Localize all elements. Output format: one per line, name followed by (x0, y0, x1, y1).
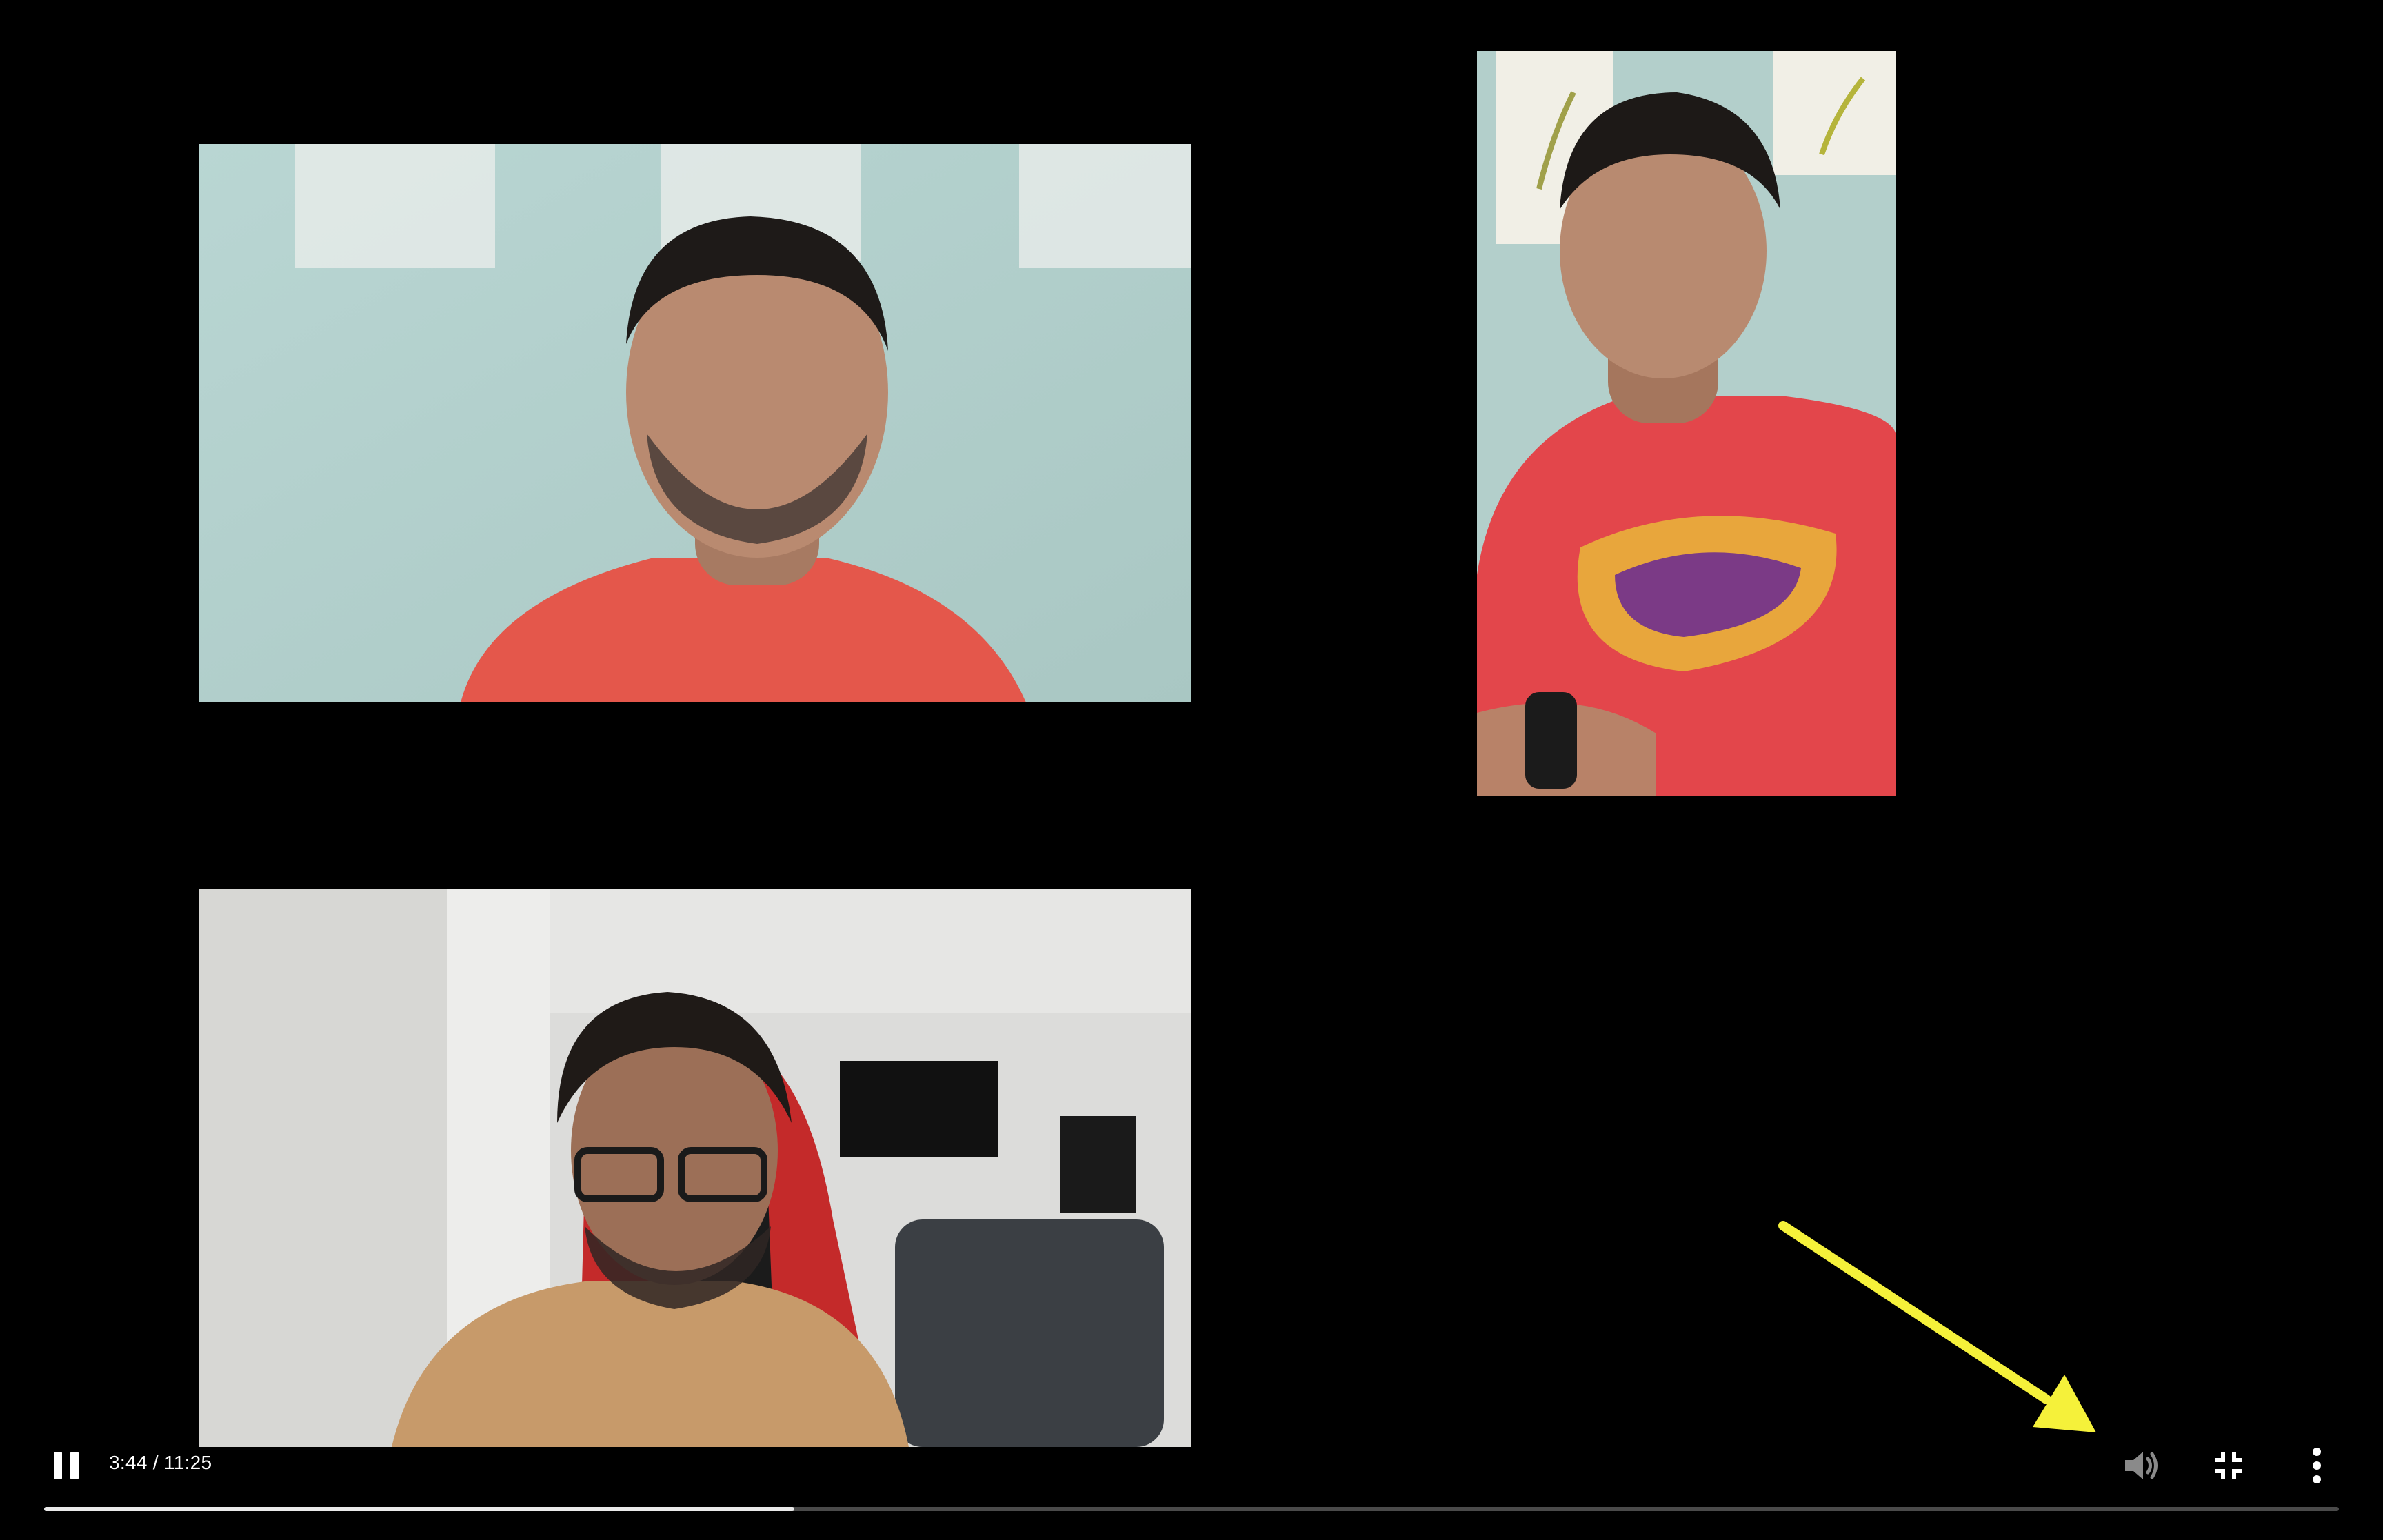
more-vertical-icon (2313, 1448, 2321, 1483)
participant-video-frame (199, 144, 1192, 702)
exit-fullscreen-button[interactable] (2204, 1441, 2253, 1490)
player-controls: 3:44 / 11:25 (0, 1420, 2383, 1540)
progress-bar[interactable] (44, 1507, 2339, 1511)
exit-fullscreen-icon (2215, 1452, 2242, 1479)
progress-fill (44, 1507, 795, 1511)
participant-video-tile (1477, 51, 1896, 796)
participant-video-frame (199, 889, 1192, 1447)
video-player[interactable]: 3:44 / 11:25 (0, 0, 2383, 1540)
more-options-button[interactable] (2292, 1441, 2342, 1490)
participant-video-tile (199, 889, 1192, 1447)
pause-button[interactable] (44, 1443, 88, 1488)
volume-button[interactable] (2115, 1441, 2165, 1490)
participant-video-tile (199, 144, 1192, 702)
volume-icon (2125, 1452, 2158, 1479)
pause-icon (54, 1452, 79, 1479)
time-display: 3:44 / 11:25 (109, 1452, 212, 1473)
participant-video-frame (1477, 51, 1896, 796)
